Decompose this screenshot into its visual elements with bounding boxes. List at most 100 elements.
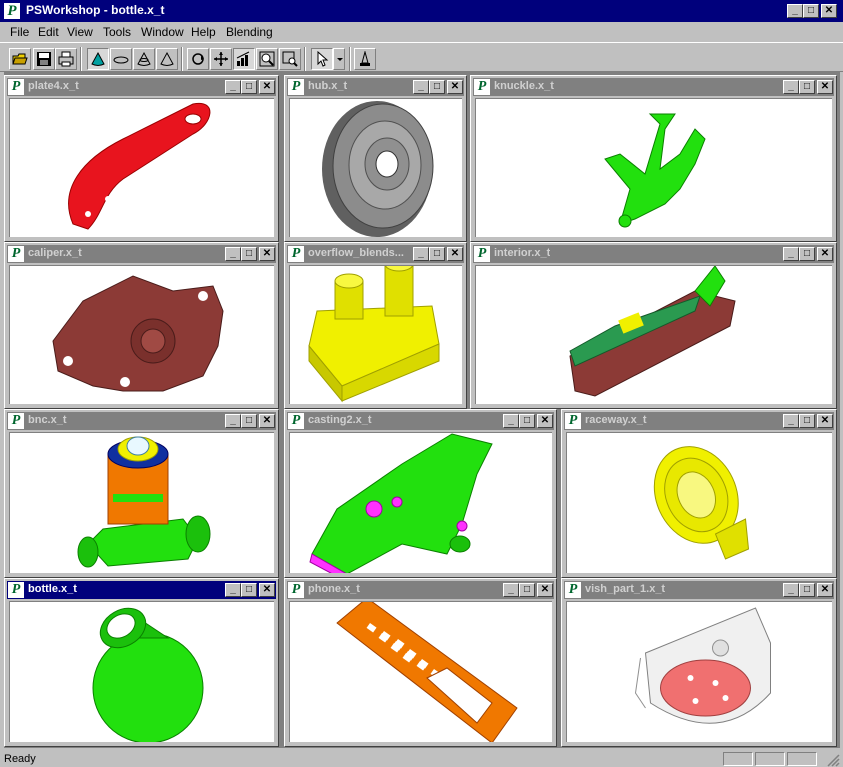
document-minimize-button[interactable]: _ [225, 80, 241, 94]
document-maximize-button[interactable]: □ [241, 80, 257, 94]
graph-button[interactable] [233, 48, 255, 70]
document-window-title-bar[interactable]: P plate4.x_t _ □ ✕ [7, 78, 276, 96]
minimize-button[interactable]: _ [787, 4, 803, 18]
viewport-3d[interactable] [9, 601, 274, 742]
document-window-vish[interactable]: P vish_part_1.x_t _ □ ✕ [561, 578, 837, 747]
pan-button[interactable] [210, 48, 232, 70]
document-window-title-bar[interactable]: P vish_part_1.x_t _ □ ✕ [564, 581, 834, 599]
menu-blending[interactable]: Blending [226, 25, 273, 39]
document-window-title-bar[interactable]: P casting2.x_t _ □ ✕ [287, 412, 554, 430]
document-window-overflow[interactable]: P overflow_blends... _ □ ✕ [284, 242, 467, 409]
disc-view-button[interactable] [110, 48, 132, 70]
document-maximize-button[interactable]: □ [241, 583, 257, 597]
viewport-3d[interactable] [9, 98, 274, 237]
viewport-3d[interactable] [566, 601, 832, 742]
open-button[interactable] [9, 48, 31, 70]
menu-window[interactable]: Window [141, 25, 184, 39]
document-window-title-bar[interactable]: P caliper.x_t _ □ ✕ [7, 245, 276, 263]
document-minimize-button[interactable]: _ [783, 80, 799, 94]
select-button[interactable] [311, 48, 333, 70]
viewport-3d[interactable] [289, 432, 552, 573]
shaded-view-button[interactable] [87, 48, 109, 70]
resize-grip-icon[interactable] [826, 753, 840, 767]
document-minimize-button[interactable]: _ [225, 583, 241, 597]
document-close-button[interactable]: ✕ [817, 583, 833, 597]
print-button[interactable] [55, 48, 77, 70]
viewport-3d[interactable] [475, 98, 832, 237]
rotate-button[interactable] [187, 48, 209, 70]
document-maximize-button[interactable]: □ [799, 80, 815, 94]
open-icon [12, 53, 28, 65]
document-window-bottle[interactable]: P bottle.x_t _ □ ✕ [4, 578, 279, 747]
document-close-button[interactable]: ✕ [817, 247, 833, 261]
document-window-plate[interactable]: P plate4.x_t _ □ ✕ [4, 75, 279, 242]
app-title-bar[interactable]: P PSWorkshop - bottle.x_t _ □ ✕ [0, 0, 843, 22]
document-close-button[interactable]: ✕ [259, 583, 275, 597]
menu-view[interactable]: View [67, 25, 93, 39]
document-window-caliper[interactable]: P caliper.x_t _ □ ✕ [4, 242, 279, 409]
document-maximize-button[interactable]: □ [799, 583, 815, 597]
document-window-interior[interactable]: P interior.x_t _ □ ✕ [470, 242, 837, 409]
document-close-button[interactable]: ✕ [537, 414, 553, 428]
document-maximize-button[interactable]: □ [519, 583, 535, 597]
viewport-3d[interactable] [475, 265, 832, 404]
viewport-3d[interactable] [9, 432, 274, 573]
document-window-phone[interactable]: P phone.x_t _ □ ✕ [284, 578, 557, 747]
document-close-button[interactable]: ✕ [817, 414, 833, 428]
document-minimize-button[interactable]: _ [413, 247, 429, 261]
document-window-title-bar[interactable]: P interior.x_t _ □ ✕ [473, 245, 834, 263]
viewport-3d[interactable] [566, 432, 832, 573]
document-maximize-button[interactable]: □ [241, 247, 257, 261]
document-window-title-bar[interactable]: P bnc.x_t _ □ ✕ [7, 412, 276, 430]
menu-help[interactable]: Help [191, 25, 216, 39]
document-window-title-bar[interactable]: P hub.x_t _ □ ✕ [287, 78, 464, 96]
document-close-button[interactable]: ✕ [447, 80, 463, 94]
viewport-3d[interactable] [289, 601, 552, 742]
document-minimize-button[interactable]: _ [783, 414, 799, 428]
document-maximize-button[interactable]: □ [429, 247, 445, 261]
document-close-button[interactable]: ✕ [259, 414, 275, 428]
document-close-button[interactable]: ✕ [447, 247, 463, 261]
viewport-3d[interactable] [289, 98, 462, 237]
zoom-window-button[interactable] [279, 48, 301, 70]
viewport-3d[interactable] [9, 265, 274, 404]
pick-button[interactable] [354, 48, 376, 70]
document-maximize-button[interactable]: □ [429, 80, 445, 94]
menu-tools[interactable]: Tools [103, 25, 131, 39]
document-window-raceway[interactable]: P raceway.x_t _ □ ✕ [561, 409, 837, 578]
document-close-button[interactable]: ✕ [537, 583, 553, 597]
document-window-hub[interactable]: P hub.x_t _ □ ✕ [284, 75, 467, 242]
document-close-button[interactable]: ✕ [817, 80, 833, 94]
close-button[interactable]: ✕ [821, 4, 837, 18]
document-minimize-button[interactable]: _ [413, 80, 429, 94]
wire-view-button[interactable] [133, 48, 155, 70]
menu-file[interactable]: File [10, 25, 29, 39]
document-minimize-button[interactable]: _ [783, 247, 799, 261]
document-maximize-button[interactable]: □ [799, 414, 815, 428]
document-window-title-bar[interactable]: P overflow_blends... _ □ ✕ [287, 245, 464, 263]
document-window-casting[interactable]: P casting2.x_t _ □ ✕ [284, 409, 557, 578]
document-maximize-button[interactable]: □ [799, 247, 815, 261]
document-minimize-button[interactable]: _ [225, 414, 241, 428]
outline-view-button[interactable] [156, 48, 178, 70]
document-window-title-bar[interactable]: P bottle.x_t _ □ ✕ [7, 581, 276, 599]
document-minimize-button[interactable]: _ [225, 247, 241, 261]
maximize-button[interactable]: □ [803, 4, 819, 18]
document-close-button[interactable]: ✕ [259, 80, 275, 94]
document-maximize-button[interactable]: □ [241, 414, 257, 428]
zoom-button[interactable] [256, 48, 278, 70]
document-window-title-bar[interactable]: P raceway.x_t _ □ ✕ [564, 412, 834, 430]
document-minimize-button[interactable]: _ [783, 583, 799, 597]
document-maximize-button[interactable]: □ [519, 414, 535, 428]
menu-edit[interactable]: Edit [38, 25, 59, 39]
document-window-title-bar[interactable]: P knuckle.x_t _ □ ✕ [473, 78, 834, 96]
document-window-bnc[interactable]: P bnc.x_t _ □ ✕ [4, 409, 279, 578]
document-window-knuckle[interactable]: P knuckle.x_t _ □ ✕ [470, 75, 837, 242]
document-minimize-button[interactable]: _ [503, 414, 519, 428]
select-dropdown-button[interactable] [333, 48, 345, 70]
document-window-title-bar[interactable]: P phone.x_t _ □ ✕ [287, 581, 554, 599]
save-button[interactable] [33, 48, 55, 70]
viewport-3d[interactable] [289, 265, 462, 404]
document-minimize-button[interactable]: _ [503, 583, 519, 597]
document-close-button[interactable]: ✕ [259, 247, 275, 261]
